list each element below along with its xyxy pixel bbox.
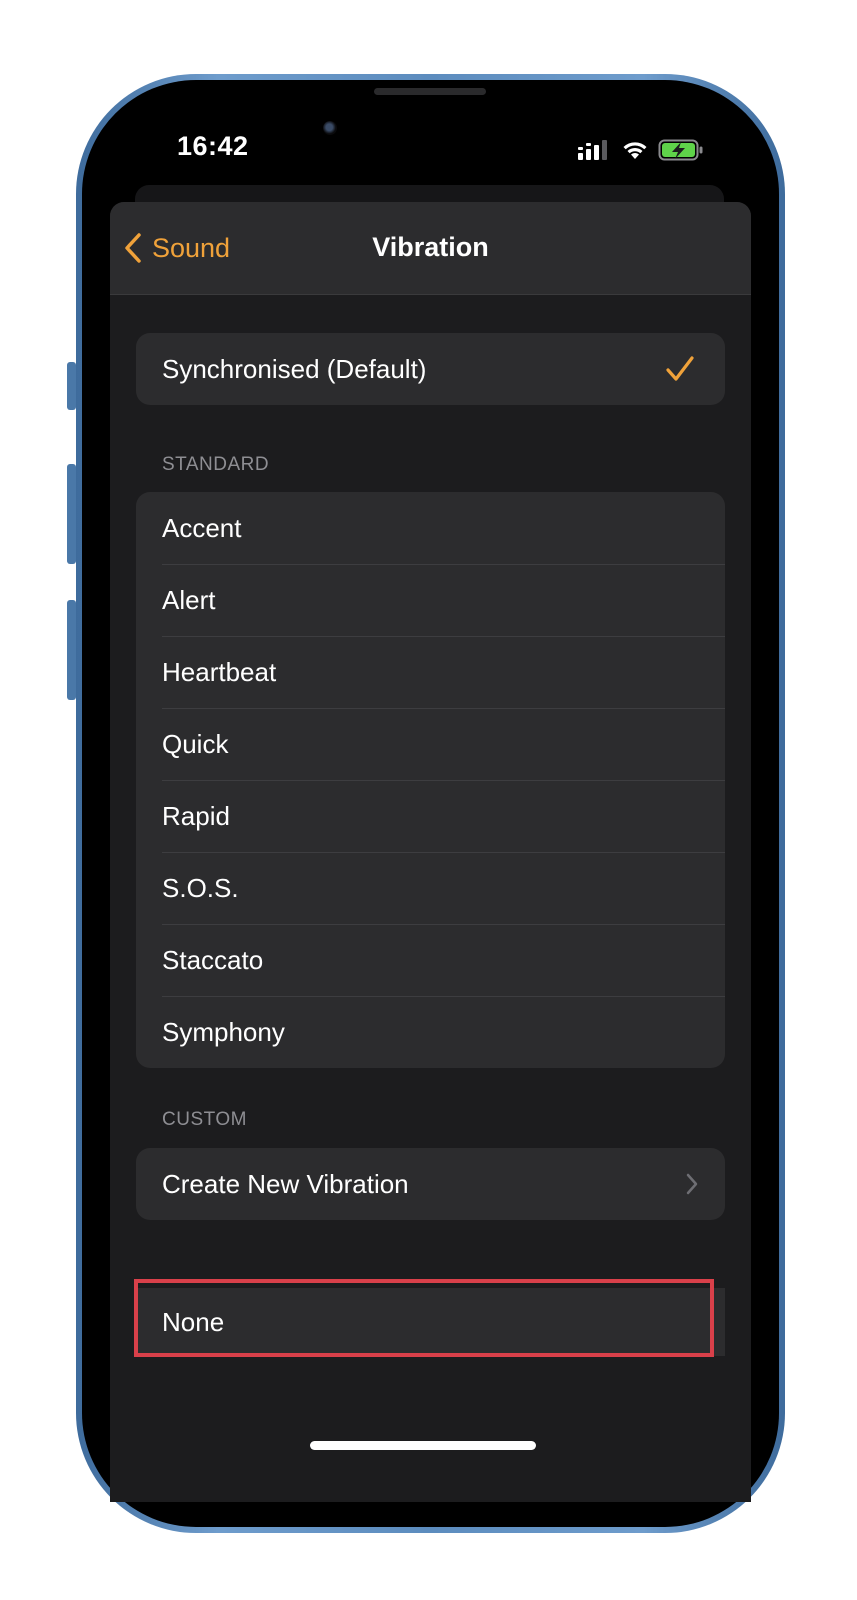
volume-up-button bbox=[67, 464, 76, 564]
option-label: Staccato bbox=[162, 944, 264, 975]
option-quick[interactable]: Quick bbox=[136, 708, 725, 780]
option-accent[interactable]: Accent bbox=[136, 492, 725, 564]
page-title: Vibration bbox=[372, 232, 489, 262]
option-label: Synchronised (Default) bbox=[162, 353, 427, 384]
home-indicator[interactable] bbox=[310, 1441, 536, 1450]
option-label: Accent bbox=[162, 512, 242, 543]
chevron-right-icon bbox=[686, 1173, 698, 1195]
option-staccato[interactable]: Staccato bbox=[136, 924, 725, 996]
option-sos[interactable]: S.O.S. bbox=[136, 852, 725, 924]
front-camera bbox=[323, 121, 337, 135]
status-time: 16:42 bbox=[177, 131, 249, 161]
option-label: Alert bbox=[162, 584, 216, 615]
option-label: Rapid bbox=[162, 800, 230, 831]
option-label: S.O.S. bbox=[162, 872, 239, 903]
wifi-icon bbox=[623, 142, 647, 159]
custom-group: Create New Vibration bbox=[136, 1148, 725, 1220]
earpiece-speaker bbox=[374, 88, 486, 95]
battery-charging-icon bbox=[658, 139, 703, 161]
cellular-signal-icon bbox=[578, 140, 607, 160]
option-alert[interactable]: Alert bbox=[136, 564, 725, 636]
option-heartbeat[interactable]: Heartbeat bbox=[136, 636, 725, 708]
screenshot-canvas: 16:42 Sound Vibration Synchronised (Defa… bbox=[0, 0, 857, 1600]
option-label: Symphony bbox=[162, 1016, 285, 1047]
option-rapid[interactable]: Rapid bbox=[136, 780, 725, 852]
option-label: Quick bbox=[162, 728, 229, 759]
option-label: Create New Vibration bbox=[162, 1168, 409, 1199]
status-icons bbox=[578, 138, 704, 162]
navigation-bar: Sound Vibration bbox=[110, 202, 751, 295]
standard-group: Accent Alert Heartbeat Quick Rapid S.O.S… bbox=[136, 492, 725, 1068]
option-synchronised-default[interactable]: Synchronised (Default) bbox=[136, 333, 725, 405]
volume-down-button bbox=[67, 600, 76, 700]
option-symphony[interactable]: Symphony bbox=[136, 996, 725, 1068]
mute-switch bbox=[67, 362, 76, 410]
create-new-vibration-button[interactable]: Create New Vibration bbox=[136, 1148, 725, 1220]
section-header-standard: STANDARD bbox=[162, 454, 270, 475]
checkmark-icon bbox=[666, 356, 694, 381]
option-label: Heartbeat bbox=[162, 656, 277, 687]
section-header-custom: CUSTOM bbox=[162, 1109, 247, 1130]
highlight-annotation bbox=[134, 1279, 714, 1357]
default-group: Synchronised (Default) bbox=[136, 333, 725, 405]
